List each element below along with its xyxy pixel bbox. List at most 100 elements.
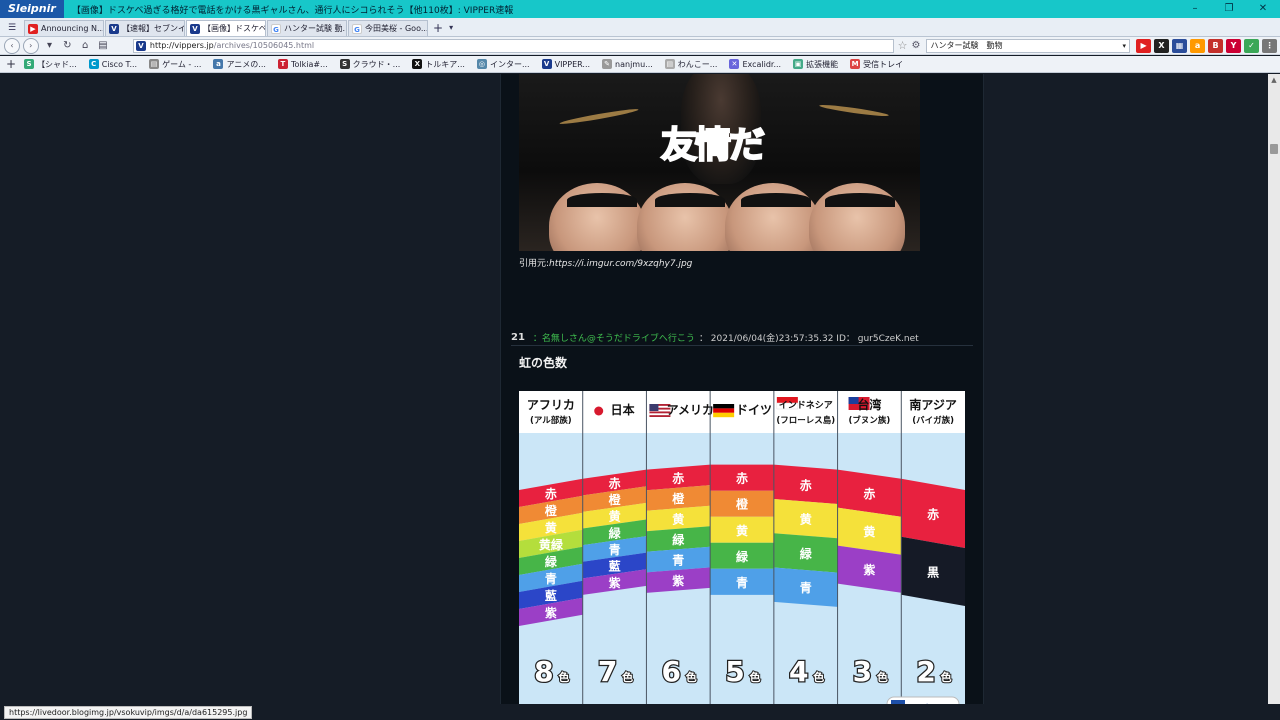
rainbow-colors-image[interactable]: 赤橙黄黄緑緑青藍紫アフリカ (アル部族) 8 色赤橙黄緑青藍紫日本 7 色赤橙黄緑青紫アメ… — [519, 391, 965, 704]
window-title-bar: Sleipnir 【画像】ドスケベ過ぎる格好で電話をかける黒ギャルさん、通行人に… — [0, 0, 1280, 18]
tab-menu-icon[interactable]: ☰ — [4, 20, 20, 36]
minimize-button[interactable]: – — [1178, 0, 1212, 18]
bookmark-label: わんこー... — [677, 59, 718, 69]
band-label: 青 — [545, 571, 557, 586]
band-label: 青 — [800, 580, 812, 595]
search-input[interactable]: ハンター試験 動物 ▾ — [926, 38, 1131, 53]
extension-icon-6[interactable]: ✓ — [1244, 38, 1260, 53]
tab-favicon-icon: V — [109, 23, 119, 34]
post-author: ：名無しさん@そうだドライブへ行こう — [532, 334, 695, 344]
caption-main: 友情 — [660, 124, 732, 167]
vertical-scrollbar[interactable]: ▲ — [1268, 74, 1280, 704]
app-logo[interactable]: Sleipnir — [0, 0, 64, 18]
tab-label: 【速報】セブンイレ... — [122, 24, 184, 33]
image-band-2 — [655, 193, 725, 207]
bookmark-favicon-icon: ◎ — [476, 59, 487, 69]
tab-1[interactable]: V【速報】セブンイレ... — [105, 20, 185, 36]
tab-3[interactable]: G ハンター試験 動... — [267, 20, 347, 36]
tab-favicon-icon: V — [190, 23, 200, 34]
band-label: 橙 — [736, 497, 749, 512]
bookmark-item[interactable]: X トルキア... — [412, 59, 465, 70]
band-label: 赤 — [609, 475, 621, 490]
bookmark-item[interactable]: S 【シャド... — [24, 59, 77, 70]
bookmark-item[interactable]: V VIPPER... — [541, 59, 590, 70]
band-label: 緑 — [736, 549, 749, 564]
bookmark-item[interactable]: ▣ 拡張機能 — [793, 59, 838, 70]
source-link[interactable]: https://i.imgur.com/9xzqhy7.jpg — [549, 259, 692, 269]
search-value: ハンター試験 動物 — [930, 40, 1003, 50]
bookmark-item[interactable]: C Cisco T... — [88, 59, 137, 70]
bookmark-item[interactable]: ▤ ゲーム - ... — [149, 59, 201, 70]
reader-icon[interactable]: ▤ — [95, 38, 111, 54]
bookmark-item[interactable]: ◎ インター... — [476, 59, 530, 70]
tab-4[interactable]: G 今田美桜 - Goo... — [348, 20, 428, 36]
band-label: 青 — [672, 553, 684, 568]
extension-icon-1[interactable]: X — [1154, 38, 1170, 53]
post-header: 21 ：名無しさん@そうだドライブへ行こう ： 2021/06/04(金)23:… — [511, 330, 973, 346]
image-band-1 — [567, 193, 637, 207]
band-label: 紫 — [863, 562, 875, 577]
band-label: 緑 — [609, 525, 622, 540]
close-window-button[interactable]: ✕ — [1246, 0, 1280, 18]
bookmark-item[interactable]: ✎ nanjmu... — [602, 59, 653, 70]
band-label: 赤 — [863, 486, 875, 501]
tab-2[interactable]: V【画像】ドスケベ過... — [186, 20, 266, 36]
post-image-drum[interactable]: 友情だ — [519, 74, 920, 251]
count-number: 6 — [662, 655, 681, 688]
column-name: ドイツ — [736, 403, 772, 417]
maximize-button[interactable]: ❐ — [1212, 0, 1246, 18]
band-label: 赤 — [736, 471, 748, 486]
bookmark-item[interactable]: a アニメの... — [213, 59, 266, 70]
bookmark-item[interactable]: M 受信トレイ — [850, 59, 903, 70]
scrollbar-thumb[interactable] — [1270, 144, 1278, 154]
bookmark-item[interactable]: ▤ わんこー... — [664, 59, 718, 70]
tab-list-dropdown[interactable]: ▾ — [449, 20, 453, 36]
bookmark-star-icon[interactable]: ☆ — [898, 39, 908, 52]
bookmark-label: 【シャド... — [37, 59, 77, 69]
search-dropdown-icon[interactable]: ▾ — [1123, 40, 1127, 52]
back-button[interactable]: ‹ — [4, 37, 20, 54]
count-suffix: 色 — [877, 670, 888, 684]
band-label: 紫 — [545, 605, 557, 620]
extension-icon-7[interactable]: ⋮ — [1262, 38, 1278, 53]
column-subtitle: (ブヌン族) — [849, 415, 891, 426]
cymbal-right — [818, 103, 890, 118]
bookmark-item[interactable]: S クラウド・... — [339, 59, 401, 70]
bookmark-label: Tolkia#... — [290, 59, 328, 69]
extension-icon-2[interactable]: ▦ — [1172, 38, 1188, 53]
band-label: 黄 — [672, 511, 684, 526]
bookmark-item[interactable]: ✕ Excalidr... — [729, 59, 781, 70]
bookmark-label: ゲーム - ... — [162, 59, 202, 69]
extension-icon-0[interactable]: ▶ — [1136, 38, 1152, 53]
flag-icon-de — [713, 404, 735, 418]
extension-icon-3[interactable]: a — [1190, 38, 1206, 53]
band-label: 橙 — [672, 491, 685, 506]
new-tab-button[interactable]: + — [433, 20, 443, 36]
bookmark-label: クラウド・... — [352, 59, 401, 69]
home-icon[interactable]: ⌂ — [77, 38, 93, 54]
add-bookmark-button[interactable]: + — [6, 57, 16, 71]
post-number[interactable]: 21 — [511, 332, 525, 343]
band-label: 黒 — [927, 565, 939, 579]
settings-gear-icon[interactable]: ⚙ — [911, 40, 920, 51]
column-name: 南アジア — [909, 397, 957, 412]
extension-icon-5[interactable]: Y — [1226, 38, 1242, 53]
image-source: 引用元:https://i.imgur.com/9xzqhy7.jpg — [519, 256, 692, 269]
reload-icon[interactable]: ↻ — [59, 38, 75, 54]
post-meta: ： 2021/06/04(金)23:57:35.32 ID： gur5CzeK.… — [698, 334, 919, 344]
bookmark-favicon-icon: ▤ — [664, 59, 675, 69]
bookmark-item[interactable]: T Tolkia#... — [277, 59, 328, 70]
weathernews-logo: weathernews — [886, 696, 960, 704]
scroll-up-arrow[interactable]: ▲ — [1268, 74, 1280, 86]
bookmark-favicon-icon: V — [541, 59, 552, 69]
url-input[interactable]: V http://vippers.jp /archives/10506045.h… — [132, 38, 894, 53]
bookmark-label: Excalidr... — [742, 59, 782, 69]
bookmark-favicon-icon: S — [24, 59, 35, 69]
tab-0[interactable]: ▶ Announcing N... — [24, 20, 104, 36]
history-dropdown-icon[interactable]: ▾ — [42, 38, 58, 54]
count-suffix: 色 — [558, 670, 569, 684]
tab-label: 今田美桜 - Goo... — [365, 24, 428, 33]
forward-button[interactable]: › — [22, 37, 39, 54]
url-host: http://vippers.jp — [149, 41, 214, 50]
extension-icon-4[interactable]: B — [1208, 38, 1224, 53]
